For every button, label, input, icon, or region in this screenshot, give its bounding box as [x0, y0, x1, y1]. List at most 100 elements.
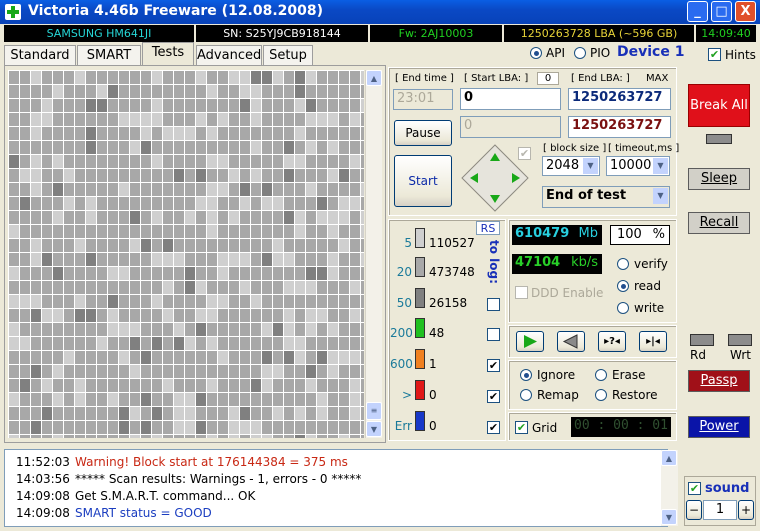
tab-tests[interactable]: Tests — [142, 42, 194, 66]
goto-end-button[interactable]: ▸|◂ — [639, 331, 667, 352]
log-checkbox[interactable]: ✔ — [487, 359, 500, 372]
start-lba-small[interactable]: 0 — [537, 72, 559, 85]
reverse-button[interactable] — [557, 331, 585, 352]
scan-block — [174, 225, 184, 238]
scan-block — [273, 183, 283, 196]
scan-block — [75, 183, 85, 196]
scan-block — [350, 407, 360, 420]
scan-block — [262, 309, 272, 322]
scan-block — [42, 435, 52, 438]
scan-block — [64, 127, 74, 140]
stats-count: 1 — [429, 357, 437, 371]
start-button[interactable]: Start — [394, 155, 452, 207]
scan-block — [317, 337, 327, 350]
log-checkbox[interactable]: ✔ — [487, 421, 500, 434]
rs-button[interactable]: RS — [476, 221, 500, 235]
chevron-down-icon[interactable]: ▼ — [583, 158, 598, 174]
scan-block — [152, 365, 162, 378]
scan-block — [185, 379, 195, 392]
volume-minus-button[interactable]: − — [686, 500, 702, 520]
scroll-thumb[interactable]: ≡ — [366, 402, 382, 420]
scan-block — [141, 169, 151, 182]
timeout-value: 10000 — [610, 158, 652, 173]
read-radio[interactable] — [617, 280, 629, 292]
end-lba-input[interactable]: 1250263727 — [568, 88, 671, 110]
close-button[interactable]: X — [735, 1, 756, 22]
scan-block — [196, 393, 206, 406]
scan-block — [42, 309, 52, 322]
verify-radio[interactable] — [617, 258, 629, 270]
grid-checkbox[interactable]: ✔ — [515, 421, 528, 434]
max-label[interactable]: MAX — [646, 73, 668, 84]
volume-value[interactable]: 1 — [703, 500, 737, 520]
scan-block — [64, 239, 74, 252]
block-size-select[interactable]: 2048 ▼ — [542, 156, 600, 176]
scan-block — [97, 253, 107, 266]
scroll-down-icon[interactable]: ▼ — [661, 509, 677, 525]
sound-checkbox[interactable]: ✔ — [688, 482, 701, 495]
scan-block — [317, 85, 327, 98]
remap-label: Remap — [537, 388, 579, 402]
scan-block — [53, 99, 63, 112]
power-button[interactable]: Power — [688, 416, 750, 438]
scan-block — [119, 281, 129, 294]
scan-block — [328, 155, 338, 168]
chevron-down-icon[interactable]: ▼ — [653, 158, 668, 174]
tab-standard[interactable]: Standard — [4, 45, 76, 65]
pause-button[interactable]: Pause — [394, 120, 452, 146]
device-label[interactable]: Device 1 — [617, 44, 684, 60]
tab-smart[interactable]: SMART — [77, 45, 141, 65]
chevron-down-icon[interactable]: ▼ — [653, 188, 668, 204]
scan-block — [20, 169, 30, 182]
pio-radio[interactable] — [574, 47, 586, 59]
volume-plus-button[interactable]: + — [738, 500, 754, 520]
scan-block — [163, 71, 173, 84]
stats-threshold: 200 — [390, 326, 413, 340]
start-lba-input[interactable]: 0 — [460, 88, 561, 110]
scroll-up-icon[interactable]: ▲ — [366, 70, 382, 86]
scan-block — [31, 365, 41, 378]
scroll-up-icon[interactable]: ▲ — [661, 450, 677, 466]
timeout-select[interactable]: 10000 ▼ — [606, 156, 670, 176]
scan-block — [185, 99, 195, 112]
tab-setup[interactable]: Setup — [263, 45, 313, 65]
seek-question-button[interactable]: ▸?◂ — [598, 331, 626, 352]
break-all-button[interactable]: Break All — [688, 84, 750, 127]
ignore-radio[interactable] — [520, 369, 532, 381]
restore-radio[interactable] — [595, 389, 607, 401]
erase-radio[interactable] — [595, 369, 607, 381]
scan-block — [196, 407, 206, 420]
scan-block — [174, 421, 184, 434]
scan-block — [86, 379, 96, 392]
scan-block — [339, 141, 349, 154]
write-radio[interactable] — [617, 302, 629, 314]
play-button[interactable] — [516, 331, 544, 352]
remap-radio[interactable] — [520, 389, 532, 401]
scan-block — [141, 197, 151, 210]
minimize-button[interactable]: _ — [687, 1, 708, 22]
maximize-button[interactable]: □ — [711, 1, 732, 22]
sleep-button[interactable]: Sleep — [688, 168, 750, 190]
tab-advanced[interactable]: Advanced — [196, 45, 262, 65]
recall-button[interactable]: Recall — [688, 212, 750, 234]
log-checkbox[interactable]: ✔ — [487, 390, 500, 403]
log-checkbox[interactable] — [487, 328, 500, 341]
log-checkbox[interactable] — [487, 298, 500, 311]
grid-scrollbar[interactable]: ▲ ≡ ▼ — [365, 70, 382, 438]
scan-block — [262, 211, 272, 224]
log-scrollbar[interactable]: ▲ ▼ — [661, 450, 678, 526]
hints-checkbox[interactable]: ✔ — [708, 48, 721, 61]
scan-block — [31, 183, 41, 196]
passp-button[interactable]: Passp — [688, 370, 750, 392]
api-radio[interactable] — [530, 47, 542, 59]
scan-block — [262, 435, 272, 438]
scan-block — [130, 85, 140, 98]
scroll-down-icon[interactable]: ▼ — [366, 421, 382, 437]
scan-block — [9, 211, 19, 224]
scan-block — [273, 323, 283, 336]
scan-block — [86, 71, 96, 84]
scan-block — [42, 323, 52, 336]
scan-block — [185, 113, 195, 126]
end-action-select[interactable]: End of test ▼ — [542, 186, 670, 208]
scan-block — [262, 127, 272, 140]
